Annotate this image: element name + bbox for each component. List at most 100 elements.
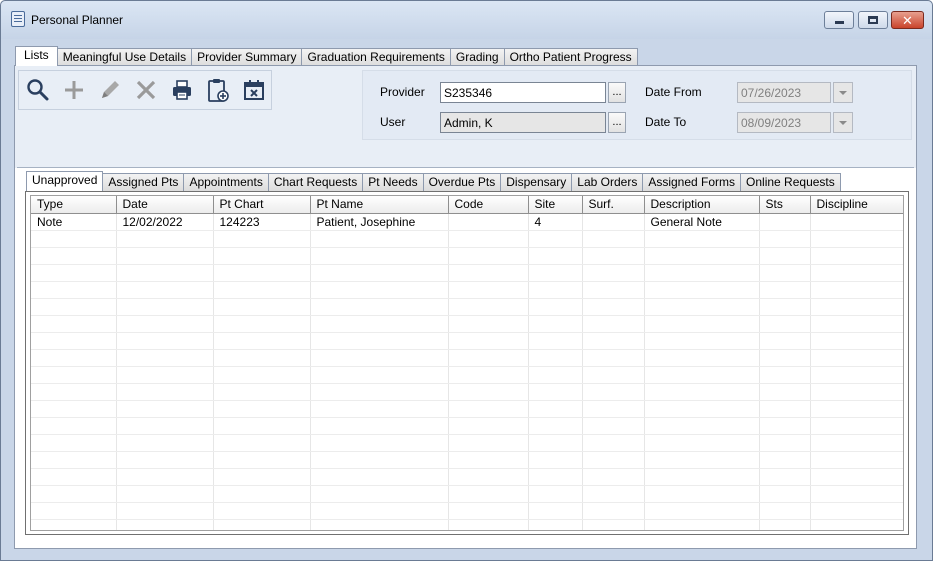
column-header-date[interactable]: Date	[116, 196, 214, 214]
tab-online-requests[interactable]: Online Requests	[740, 173, 841, 191]
empty-cell	[759, 332, 811, 350]
close-button[interactable]: ✕	[891, 11, 924, 29]
date-to-dropdown-button[interactable]	[833, 112, 853, 133]
empty-table-row	[31, 230, 903, 248]
add-button[interactable]	[61, 77, 87, 103]
column-header-discipline[interactable]: Discipline	[810, 196, 903, 214]
cell-description: General Note	[644, 213, 760, 231]
cell-pt-name: Patient, Josephine	[310, 213, 449, 231]
empty-cell	[528, 349, 583, 367]
user-input[interactable]	[440, 112, 606, 133]
tab-pt-needs[interactable]: Pt Needs	[362, 173, 424, 191]
empty-table-row	[31, 332, 903, 350]
filter-group: Provider ... User ... Date From Date To	[362, 70, 912, 140]
clipboard-add-button[interactable]	[205, 77, 231, 103]
provider-lookup-button[interactable]: ...	[608, 82, 626, 103]
column-header-surf[interactable]: Surf.	[582, 196, 645, 214]
tab-lists[interactable]: Lists	[15, 46, 58, 66]
empty-cell	[810, 264, 903, 282]
empty-cell	[31, 434, 117, 452]
tab-appointments[interactable]: Appointments	[183, 173, 269, 191]
empty-cell	[116, 502, 214, 520]
empty-table-row	[31, 468, 903, 486]
empty-table-row	[31, 264, 903, 282]
empty-cell	[31, 485, 117, 503]
calendar-delete-button[interactable]	[241, 77, 267, 103]
edit-button[interactable]	[97, 77, 123, 103]
empty-table-row	[31, 298, 903, 316]
empty-cell	[528, 230, 583, 248]
user-lookup-button[interactable]: ...	[608, 112, 626, 133]
empty-cell	[31, 247, 117, 265]
empty-cell	[644, 434, 760, 452]
column-header-sts[interactable]: Sts	[759, 196, 811, 214]
empty-table-row	[31, 349, 903, 367]
tab-chart-requests[interactable]: Chart Requests	[267, 173, 364, 191]
empty-cell	[116, 434, 214, 452]
empty-cell	[213, 264, 311, 282]
tab-assigned-pts[interactable]: Assigned Pts	[102, 173, 185, 191]
maximize-button[interactable]	[858, 11, 888, 29]
minimize-icon	[834, 21, 844, 24]
column-header-site[interactable]: Site	[528, 196, 583, 214]
empty-cell	[644, 400, 760, 418]
empty-cell	[528, 502, 583, 520]
empty-cell	[213, 434, 311, 452]
column-header-description[interactable]: Description	[644, 196, 760, 214]
tab-assigned-forms[interactable]: Assigned Forms	[642, 173, 742, 191]
empty-cell	[644, 281, 760, 299]
column-header-pt-chart[interactable]: Pt Chart	[213, 196, 311, 214]
empty-table-row	[31, 366, 903, 384]
empty-cell	[448, 315, 529, 333]
delete-button[interactable]	[133, 77, 159, 103]
empty-cell	[644, 468, 760, 486]
tab-grading[interactable]: Grading	[449, 48, 505, 66]
provider-input[interactable]	[440, 82, 606, 103]
empty-table-row	[31, 485, 903, 503]
empty-cell	[448, 417, 529, 435]
date-to-field[interactable]	[737, 112, 831, 133]
column-header-pt-name[interactable]: Pt Name	[310, 196, 449, 214]
empty-cell	[213, 247, 311, 265]
tab-ortho-patient-progress[interactable]: Ortho Patient Progress	[503, 48, 638, 66]
search-button[interactable]	[25, 77, 51, 103]
date-from-dropdown-button[interactable]	[833, 82, 853, 103]
empty-cell	[448, 230, 529, 248]
empty-cell	[310, 468, 449, 486]
column-header-type[interactable]: Type	[31, 196, 117, 214]
empty-cell	[528, 315, 583, 333]
tab-lab-orders[interactable]: Lab Orders	[571, 173, 644, 191]
empty-cell	[644, 502, 760, 520]
empty-cell	[759, 485, 811, 503]
empty-cell	[116, 519, 214, 530]
empty-cell	[759, 383, 811, 401]
empty-cell	[528, 383, 583, 401]
empty-cell	[213, 417, 311, 435]
unapproved-grid[interactable]: Type Date Pt Chart Pt Name Code Site Surf. Desc…	[30, 195, 904, 531]
title-bar[interactable]: Personal Planner ✕	[1, 1, 932, 39]
tab-graduation-requirements[interactable]: Graduation Requirements	[301, 48, 451, 66]
empty-cell	[310, 366, 449, 384]
empty-cell	[528, 366, 583, 384]
tab-meaningful-use-details[interactable]: Meaningful Use Details	[56, 48, 193, 66]
empty-cell	[310, 451, 449, 469]
filter-area: Provider ... User ... Date From Date To	[15, 66, 916, 168]
column-header-code[interactable]: Code	[448, 196, 529, 214]
empty-cell	[31, 451, 117, 469]
empty-cell	[116, 400, 214, 418]
empty-cell	[31, 315, 117, 333]
empty-cell	[528, 468, 583, 486]
empty-cell	[810, 230, 903, 248]
empty-table-row	[31, 451, 903, 469]
tab-overdue-pts[interactable]: Overdue Pts	[422, 173, 502, 191]
empty-cell	[31, 519, 117, 530]
tab-provider-summary[interactable]: Provider Summary	[191, 48, 303, 66]
tab-unapproved[interactable]: Unapproved	[26, 171, 104, 191]
minimize-button[interactable]	[824, 11, 854, 29]
print-button[interactable]	[169, 77, 195, 103]
table-row[interactable]: Note 12/02/2022 124223 Patient, Josephine 4 G…	[31, 213, 903, 231]
tab-dispensary[interactable]: Dispensary	[500, 173, 573, 191]
empty-cell	[448, 451, 529, 469]
date-from-field[interactable]	[737, 82, 831, 103]
chevron-down-icon	[839, 90, 847, 95]
